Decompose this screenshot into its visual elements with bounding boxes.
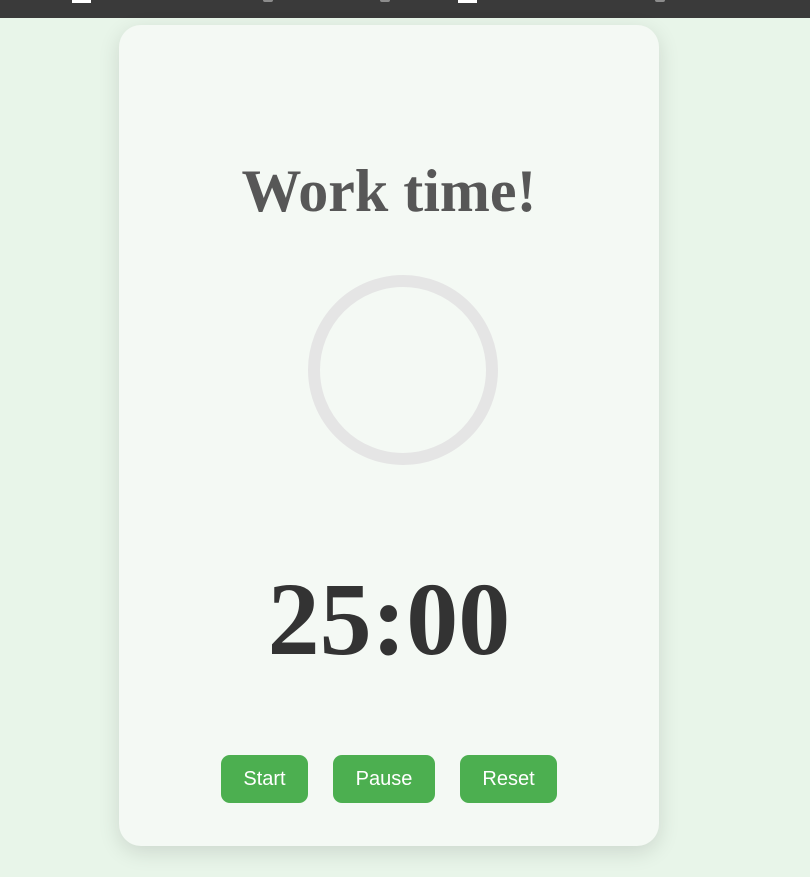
session-title: Work time! xyxy=(241,158,537,224)
browser-top-bar xyxy=(0,0,810,18)
progress-ring-track xyxy=(308,275,498,465)
globe-icon xyxy=(263,0,273,2)
globe-icon xyxy=(655,0,665,2)
page-icon xyxy=(458,0,477,3)
pomodoro-card: Work time! 25:00 Start Pause Reset xyxy=(119,25,659,846)
page-icon xyxy=(72,0,91,3)
reset-button[interactable]: Reset xyxy=(460,755,557,803)
timer-display: 25:00 xyxy=(267,562,511,677)
start-button[interactable]: Start xyxy=(221,755,308,803)
pause-button[interactable]: Pause xyxy=(333,755,435,803)
progress-ring xyxy=(308,275,498,465)
globe-icon xyxy=(380,0,390,2)
